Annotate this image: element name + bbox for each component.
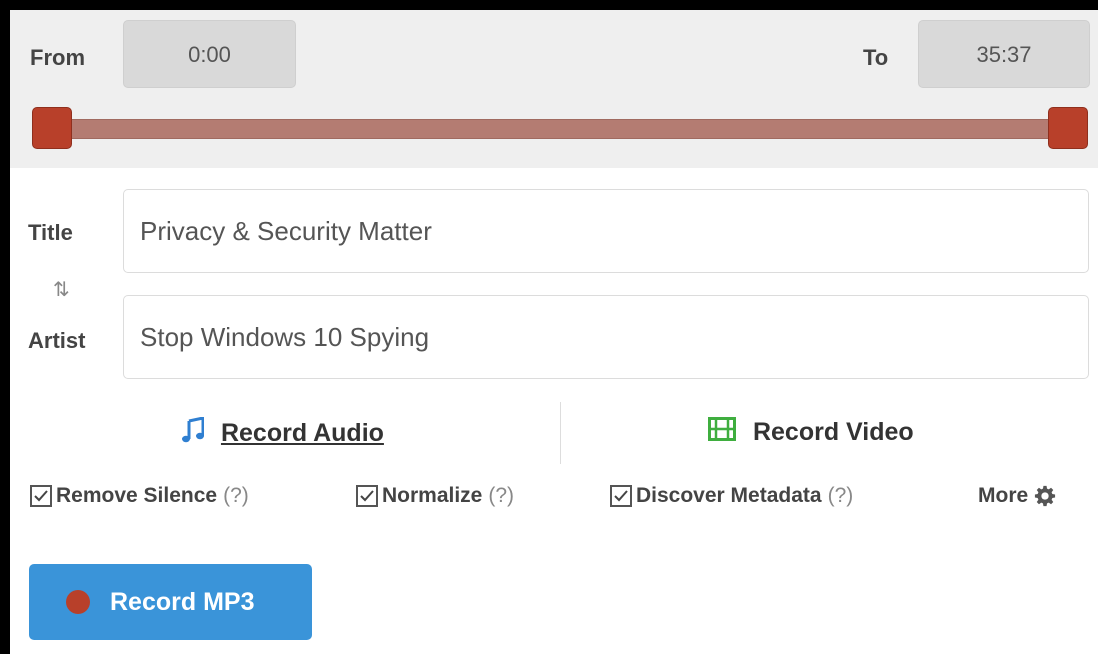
- discover-metadata-option[interactable]: Discover Metadata (?): [610, 484, 853, 508]
- normalize-label: Normalize: [382, 484, 483, 507]
- normalize-option[interactable]: Normalize (?): [356, 484, 514, 508]
- discover-metadata-checkbox[interactable]: [610, 485, 632, 507]
- record-mp3-label: Record MP3: [110, 587, 255, 616]
- remove-silence-option[interactable]: Remove Silence (?): [30, 484, 249, 508]
- film-icon: [708, 417, 736, 448]
- time-range-section: From 0:00 To 35:37: [10, 10, 1098, 168]
- checkmark-icon: [34, 490, 48, 502]
- title-field[interactable]: [123, 189, 1089, 273]
- artist-field[interactable]: [123, 295, 1089, 379]
- normalize-checkbox[interactable]: [356, 485, 378, 507]
- normalize-help[interactable]: (?): [488, 484, 514, 508]
- title-label: Title: [28, 220, 73, 245]
- record-mp3-button[interactable]: Record MP3: [29, 564, 312, 640]
- record-audio-label: Record Audio: [220, 419, 384, 447]
- artist-input[interactable]: [124, 296, 1088, 378]
- artist-label: Artist: [28, 328, 86, 353]
- range-slider-track[interactable]: [42, 119, 1072, 139]
- to-time-field[interactable]: 35:37: [918, 20, 1090, 88]
- record-dot-icon: [66, 590, 90, 614]
- discover-metadata-help[interactable]: (?): [828, 484, 854, 508]
- to-label: To: [863, 45, 889, 70]
- record-video-label: Record Video: [752, 418, 914, 446]
- from-label: From: [30, 45, 85, 70]
- music-note-icon: [182, 416, 205, 450]
- remove-silence-help[interactable]: (?): [223, 484, 249, 508]
- checkmark-icon: [360, 490, 374, 502]
- swap-vertical-icon[interactable]: ⇅: [53, 277, 70, 302]
- gear-icon: [1034, 485, 1056, 507]
- remove-silence-checkbox[interactable]: [30, 485, 52, 507]
- remove-silence-label: Remove Silence: [56, 484, 218, 507]
- recorder-panel: From 0:00 To 35:37 Title ⇅ Artist Record…: [10, 10, 1098, 654]
- more-options-button[interactable]: More: [978, 484, 1056, 508]
- from-time-field[interactable]: 0:00: [123, 20, 296, 88]
- record-audio-tab[interactable]: Record Audio: [182, 416, 384, 450]
- checkmark-icon: [614, 490, 628, 502]
- range-end-handle[interactable]: [1048, 107, 1088, 149]
- range-start-handle[interactable]: [32, 107, 72, 149]
- record-video-tab[interactable]: Record Video: [708, 417, 914, 448]
- discover-metadata-label: Discover Metadata: [636, 484, 822, 507]
- more-label: More: [978, 484, 1029, 507]
- title-input[interactable]: [124, 190, 1088, 272]
- mode-divider: [560, 402, 561, 464]
